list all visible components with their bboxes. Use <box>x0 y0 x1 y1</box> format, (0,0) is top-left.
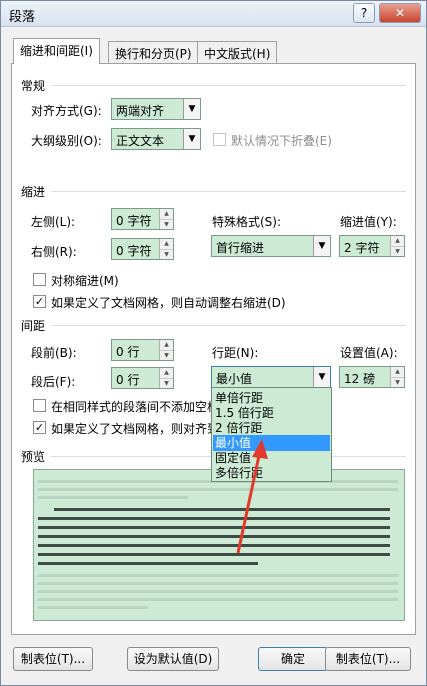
tab-indent-spacing[interactable]: 缩进和间距(I) <box>13 38 100 64</box>
set-default-button[interactable]: 设为默认值(D) <box>127 647 219 671</box>
preview-text-line <box>54 508 390 511</box>
space-after-spinner[interactable]: 0 行 ▲ ▼ <box>111 367 174 389</box>
spacing-heading: 间距 <box>21 319 46 333</box>
spacing-at-label: 设置值(A): <box>340 346 398 360</box>
right-indent-spinner[interactable]: 0 字符 ▲ ▼ <box>111 238 174 260</box>
title-bar: 段落 ? ✕ <box>1 1 426 27</box>
outline-level-select[interactable]: 正文文本 ▼ <box>111 128 201 150</box>
spin-up-icon[interactable]: ▲ <box>159 368 173 378</box>
right-indent-value: 0 字符 <box>116 244 152 258</box>
annotation-arrow-icon <box>236 439 268 554</box>
spin-up-icon[interactable]: ▲ <box>159 209 173 219</box>
space-before-value: 0 行 <box>116 345 140 359</box>
spin-down-icon[interactable]: ▼ <box>390 377 404 387</box>
snap-to-grid-checkbox[interactable]: ✓ <box>33 421 46 434</box>
spin-up-icon[interactable]: ▲ <box>390 236 404 246</box>
preview-next-line <box>38 590 398 593</box>
indent-heading: 缩进 <box>21 185 46 199</box>
general-divider <box>51 85 406 86</box>
paragraph-dialog: 段落 ? ✕ 缩进和间距(I) 换行和分页(P) 中文版式(H) 常规 对齐方式… <box>0 0 427 686</box>
ok-button[interactable]: 确定 <box>258 647 328 671</box>
outline-level-label: 大纲级别(O): <box>31 134 102 148</box>
left-indent-label: 左侧(L): <box>31 215 76 229</box>
window-title: 段落 <box>9 10 36 25</box>
chevron-down-icon[interactable]: ▼ <box>183 99 200 119</box>
chevron-down-icon[interactable]: ▼ <box>183 129 200 149</box>
spin-down-icon[interactable]: ▼ <box>159 219 173 229</box>
preview-prev-line <box>38 496 188 499</box>
mirror-indent-checkbox[interactable] <box>33 273 46 286</box>
alignment-label: 对齐方式(G): <box>31 104 102 118</box>
space-after-label: 段后(F): <box>31 375 76 389</box>
special-indent-value: 首行缩进 <box>216 241 265 255</box>
preview-next-line <box>38 606 148 609</box>
preview-heading: 预览 <box>21 450 46 464</box>
close-button[interactable]: ✕ <box>379 3 421 23</box>
chevron-down-icon[interactable]: ▼ <box>313 236 330 256</box>
spin-up-icon[interactable]: ▲ <box>159 239 173 249</box>
chevron-down-icon[interactable]: ▼ <box>313 367 330 387</box>
spacing-at-value: 12 磅 <box>344 372 376 386</box>
spin-up-icon[interactable]: ▲ <box>159 340 173 350</box>
no-space-same-style-checkbox[interactable] <box>33 399 46 412</box>
auto-adjust-checkbox[interactable]: ✓ <box>33 295 46 308</box>
preview-text-line <box>38 526 390 529</box>
preview-text-line <box>38 535 390 538</box>
space-before-label: 段前(B): <box>31 346 77 360</box>
preview-next-line <box>38 574 398 577</box>
special-indent-label: 特殊格式(S): <box>212 215 282 229</box>
indent-divider <box>51 191 406 192</box>
left-indent-value: 0 字符 <box>116 214 152 228</box>
spin-down-icon[interactable]: ▼ <box>159 350 173 360</box>
space-after-value: 0 行 <box>116 373 140 387</box>
special-indent-select[interactable]: 首行缩进 ▼ <box>211 235 331 257</box>
spin-down-icon[interactable]: ▼ <box>159 378 173 388</box>
spin-up-icon[interactable]: ▲ <box>390 367 404 377</box>
preview-prev-line <box>38 488 398 491</box>
spin-down-icon[interactable]: ▼ <box>390 246 404 256</box>
cancel-button[interactable]: 制表位(T)... <box>325 647 411 671</box>
paragraph-preview <box>33 469 405 621</box>
line-spacing-option-single[interactable]: 单倍行距 <box>213 390 330 406</box>
line-spacing-select[interactable]: 最小值 ▼ <box>211 366 331 388</box>
indent-by-label: 缩进值(Y): <box>340 215 397 229</box>
space-before-spinner[interactable]: 0 行 ▲ ▼ <box>111 339 174 361</box>
spacing-at-spinner[interactable]: 12 磅 ▲ ▼ <box>339 366 405 388</box>
spacing-divider <box>51 325 406 326</box>
preview-text-line <box>38 517 390 520</box>
alignment-select[interactable]: 两端对齐 ▼ <box>111 98 201 120</box>
right-indent-label: 右侧(R): <box>31 245 77 259</box>
preview-text-line <box>38 553 390 556</box>
alignment-value: 两端对齐 <box>116 104 165 118</box>
line-spacing-option-1-5[interactable]: 1.5 倍行距 <box>213 405 330 421</box>
preview-next-line <box>38 598 398 601</box>
snap-to-grid-label: 如果定义了文档网格，则对齐到 <box>51 422 220 436</box>
indent-by-value: 2 字符 <box>344 241 380 255</box>
outline-level-value: 正文文本 <box>116 134 165 148</box>
left-indent-spinner[interactable]: 0 字符 ▲ ▼ <box>111 208 174 230</box>
collapse-label: 默认情况下折叠(E) <box>231 134 332 148</box>
general-heading: 常规 <box>21 79 46 93</box>
tab-line-page-breaks[interactable]: 换行和分页(P) <box>108 41 199 63</box>
no-space-same-style-label: 在相同样式的段落间不添加空格 <box>51 400 220 414</box>
auto-adjust-label: 如果定义了文档网格，则自动调整右缩进(D) <box>51 296 286 310</box>
preview-text-line <box>38 562 258 565</box>
collapse-checkbox[interactable] <box>213 133 226 146</box>
preview-next-line <box>38 582 398 585</box>
help-button[interactable]: ? <box>353 3 375 23</box>
spin-down-icon[interactable]: ▼ <box>159 249 173 259</box>
preview-text-line <box>38 544 390 547</box>
mirror-indent-label: 对称缩进(M) <box>51 274 119 288</box>
line-spacing-label: 行距(N): <box>212 346 259 360</box>
tabs-button[interactable]: 制表位(T)... <box>13 647 93 671</box>
indent-by-spinner[interactable]: 2 字符 ▲ ▼ <box>339 235 405 257</box>
tab-asian-typography[interactable]: 中文版式(H) <box>197 41 278 63</box>
line-spacing-value: 最小值 <box>216 372 253 386</box>
